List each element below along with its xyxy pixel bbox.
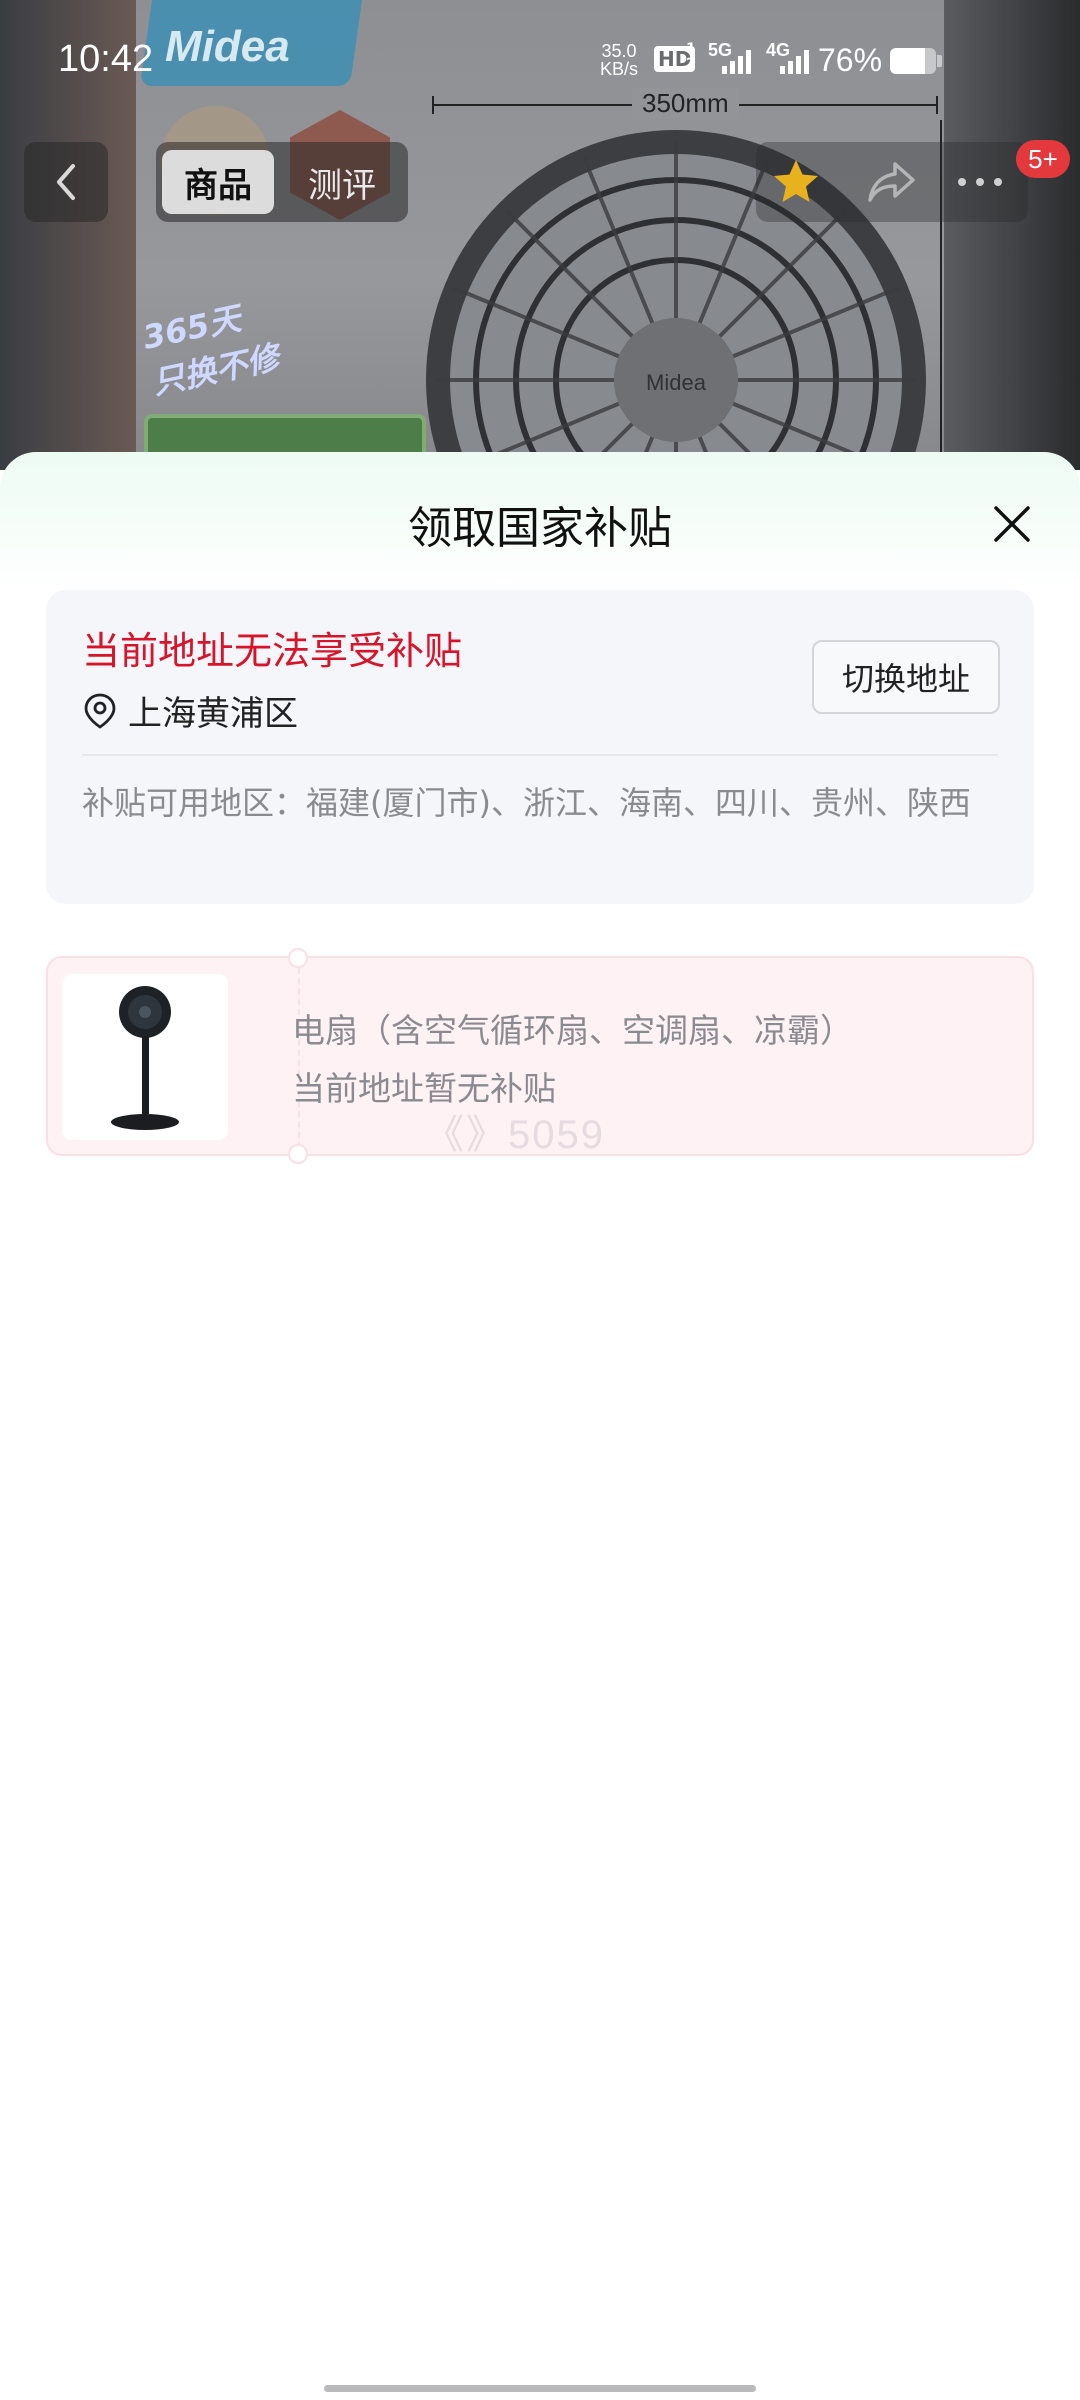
home-indicator[interactable] (324, 2385, 756, 2392)
subsidy-unavailable-warning: 当前地址无法享受补贴 (82, 629, 463, 673)
battery-fill (890, 48, 925, 74)
network-speed-unit: KB/s (600, 59, 639, 79)
fan-thumbnail-image (111, 986, 179, 1130)
coupon-notch-top (288, 948, 308, 968)
close-icon (994, 506, 1030, 542)
more-button[interactable] (940, 142, 1020, 222)
current-address-text: 上海黄浦区 (128, 694, 298, 734)
sheet-title: 领取国家补贴 (408, 503, 672, 554)
location-pin-icon (84, 693, 116, 729)
product-thumbnail (62, 974, 228, 1140)
message-count-badge: 5+ (1016, 140, 1070, 178)
battery-icon (890, 48, 936, 74)
hd-sim-top: 1 (686, 41, 696, 57)
chevron-left-icon (57, 164, 75, 200)
screen: Midea 365天 只换不修 350mm Midea 10:42 35.0 K… (0, 0, 1080, 2400)
coupon-divider (298, 968, 300, 1148)
more-icon (958, 178, 1002, 186)
hd-sim-index: 1 2 (686, 42, 696, 72)
page-tabs: 商品 测评 (156, 142, 408, 222)
current-address: 上海黄浦区 (82, 686, 298, 735)
back-button[interactable] (24, 142, 108, 222)
product-category-name: 电扇（含空气循环扇、空调扇、凉霸） (292, 1011, 853, 1050)
header-actions (756, 142, 1028, 222)
hd-sim-bottom: 2 (686, 56, 696, 72)
share-button[interactable] (852, 142, 932, 222)
switch-address-button[interactable]: 切换地址 (812, 640, 1000, 714)
close-button[interactable] (976, 488, 1048, 560)
status-time: 10:42 (58, 38, 154, 80)
favorite-button[interactable] (756, 142, 836, 222)
watermark: 《》5059 (424, 1113, 605, 1157)
subsidy-bottom-sheet: 领取国家补贴 当前地址无法享受补贴 上海黄浦区 切换地址 补贴可用地区：福建(厦… (0, 452, 1080, 2400)
coupon-notch-bottom (288, 1144, 308, 1164)
tab-reviews[interactable]: 测评 (286, 150, 398, 214)
tab-goods[interactable]: 商品 (162, 150, 274, 214)
battery-nub (937, 55, 942, 67)
network-speed: 35.0 KB/s (600, 42, 638, 78)
status-bar: 10:42 35.0 KB/s HD 1 2 5G 4G 76% (0, 0, 1080, 120)
fan-logo: Midea (646, 370, 707, 395)
share-icon (868, 162, 915, 202)
sim1-signal-icon (722, 50, 751, 74)
battery-percent: 76% (818, 42, 883, 78)
star-icon (774, 160, 818, 202)
address-card: 当前地址无法享受补贴 上海黄浦区 切换地址 补贴可用地区：福建(厦门市)、浙江、… (46, 590, 1034, 904)
divider (82, 754, 998, 756)
sim2-signal-icon (780, 50, 809, 74)
available-regions: 补贴可用地区：福建(厦门市)、浙江、海南、四川、贵州、陕西 (82, 784, 971, 822)
network-speed-value: 35.0 (601, 41, 637, 61)
